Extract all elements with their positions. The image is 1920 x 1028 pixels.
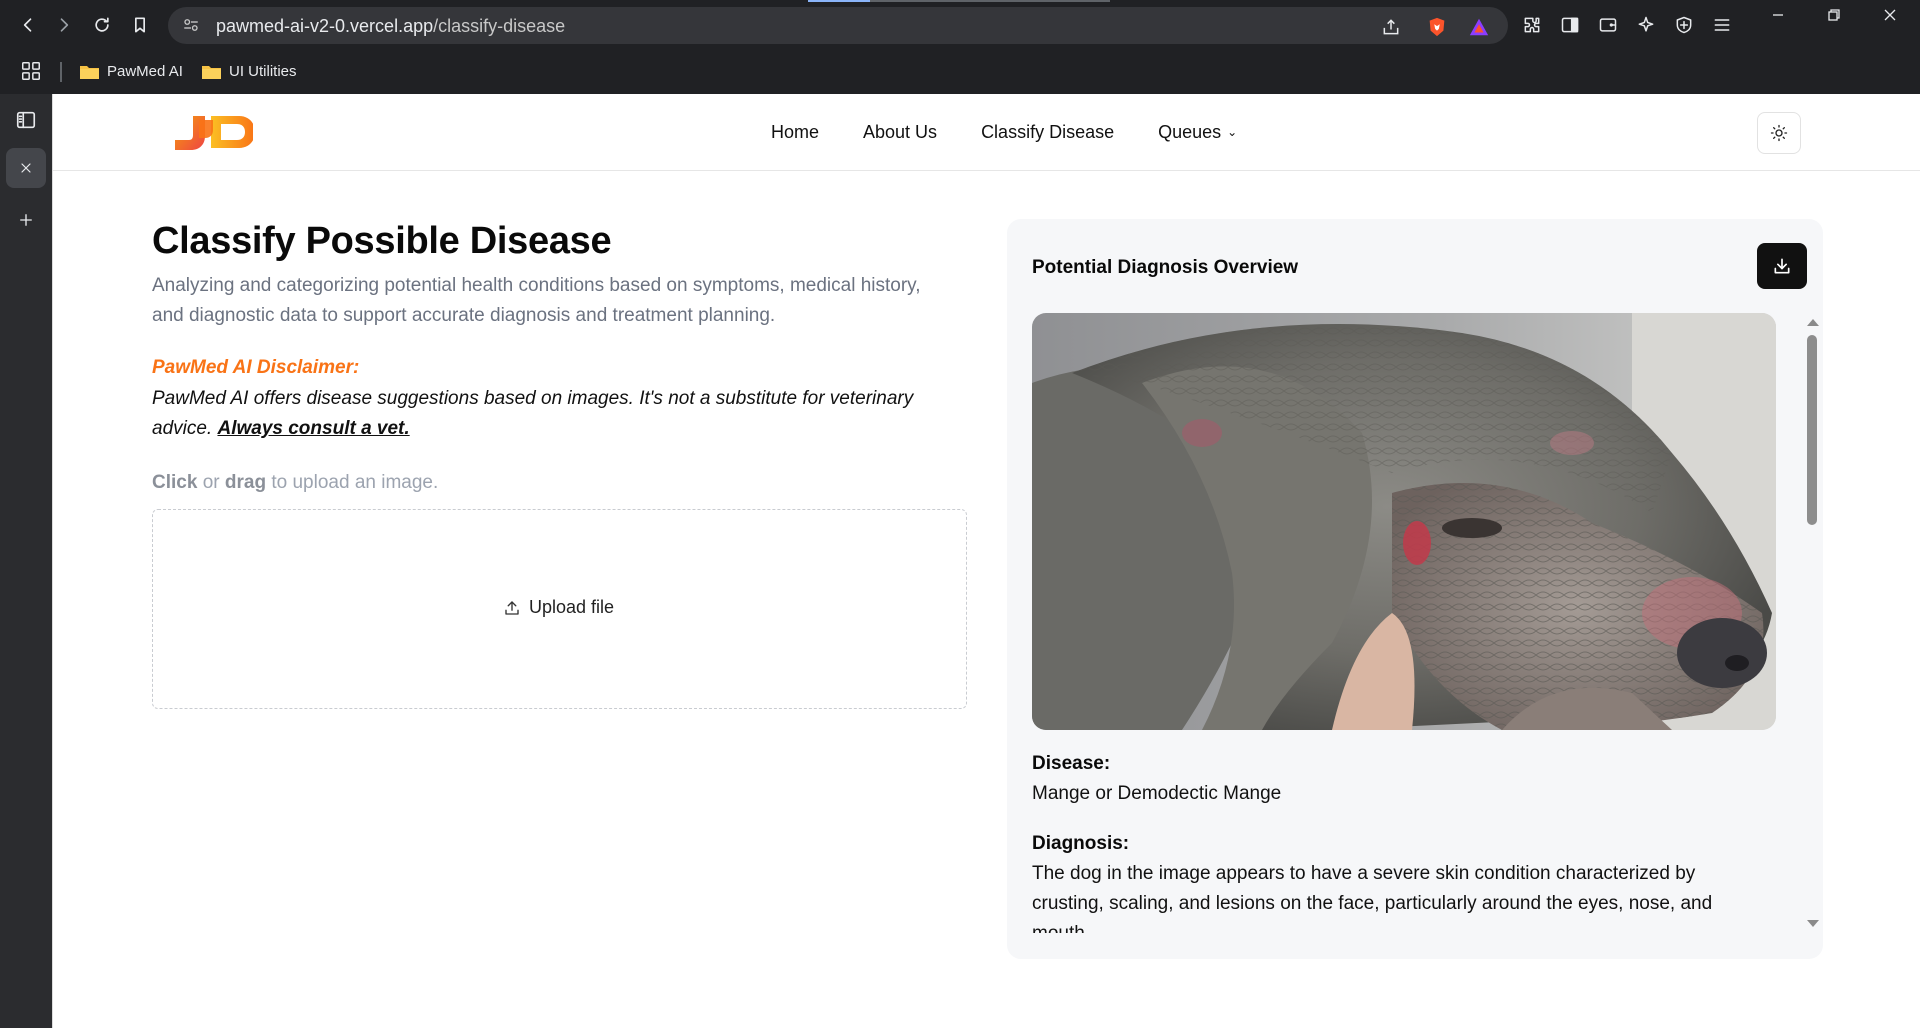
page-subtitle: Analyzing and categorizing potential hea… [152,275,921,326]
extensions-icon[interactable] [1520,13,1544,37]
back-arrow-icon[interactable] [14,11,42,39]
disclaimer-text: PawMed AI offers disease suggestions bas… [152,384,952,444]
browser-side-panel [0,94,52,1028]
uploaded-dog-image [1032,313,1776,730]
consult-vet-link[interactable]: Always consult a vet. [217,418,409,439]
bookmarks-separator [60,62,62,82]
brave-shields-icon[interactable] [1426,16,1448,38]
upload-hint-drag: drag [224,472,267,493]
scroll-up-arrow-icon[interactable] [1807,319,1819,326]
nav-home[interactable]: Home [771,122,819,143]
upload-hint-or: or [202,472,220,493]
upload-icon [505,600,519,615]
url-path: /classify-disease [433,16,566,36]
upload-file-label: Upload file [529,597,615,617]
restore-icon[interactable] [1814,4,1854,26]
disclaimer-title: PawMed AI Disclaimer: [152,357,360,378]
close-window-icon[interactable] [1870,4,1910,26]
download-button[interactable] [1757,243,1807,289]
nav-queues-label: Queues [1158,122,1222,142]
scroll-down-arrow-icon[interactable] [1807,920,1819,927]
url-host: pawmed-ai-v2-0.vercel.app [216,16,434,36]
upload-hint-rest: to upload an image. [271,472,439,493]
site-header: Home About Us Classify Disease Queues ⌄ [53,94,1920,171]
bookmark-label: UI Utilities [229,62,297,80]
disease-label: Disease: [1032,753,1111,774]
card-title: Potential Diagnosis Overview [1032,257,1299,278]
minimize-icon[interactable] [1758,4,1798,26]
main-nav: Home About Us Classify Disease Queues ⌄ [771,122,1237,143]
site-logo[interactable] [173,110,255,154]
overview-scroll-area[interactable]: Disease: Mange or Demodectic Mange Diagn… [1032,313,1822,933]
share-icon[interactable] [1380,16,1402,38]
apps-grid-icon[interactable] [20,60,44,84]
web-page: Home About Us Classify Disease Queues ⌄ C… [52,94,1920,1028]
folder-icon [202,64,221,79]
vpn-shield-icon[interactable] [1672,13,1696,37]
image-dropzone[interactable]: Upload file [152,509,967,709]
address-bar[interactable]: pawmed-ai-v2-0.vercel.app/classify-disea… [168,7,1508,44]
theme-toggle-button[interactable] [1757,112,1801,154]
bookmark-label: PawMed AI [107,62,183,80]
sidebar-panel-icon[interactable] [6,100,46,140]
forward-arrow-icon[interactable] [50,11,78,39]
overview-scrollbar[interactable] [1804,313,1822,933]
close-panel-icon[interactable] [6,148,46,188]
diagnosis-value: The dog in the image appears to have a s… [1032,863,1713,933]
bookmark-icon[interactable] [126,11,154,39]
upload-hint: Click or drag to upload an image. [152,472,438,494]
leo-ai-icon[interactable] [1634,13,1658,37]
bookmarks-bar: PawMed AI UI Utilities [0,50,1920,94]
chevron-down-icon: ⌄ [1227,125,1238,139]
nav-queues[interactable]: Queues ⌄ [1158,122,1237,143]
disease-value: Mange or Demodectic Mange [1032,783,1282,804]
diagnosis-label: Diagnosis: [1032,833,1130,854]
page-title: Classify Possible Disease [152,220,612,262]
url-text[interactable]: pawmed-ai-v2-0.vercel.app/classify-disea… [216,16,565,37]
scrollbar-thumb[interactable] [1807,335,1817,525]
bookmark-folder[interactable]: UI Utilities [202,59,297,83]
download-icon [1774,258,1790,274]
wallet-icon[interactable] [1596,13,1620,37]
browser-chrome: pawmed-ai-v2-0.vercel.app/classify-disea… [0,0,1920,94]
add-panel-icon[interactable] [6,200,46,240]
upload-hint-click: Click [152,472,198,493]
site-settings-icon[interactable] [182,16,202,36]
reload-icon[interactable] [88,11,116,39]
diagnosis-overview-card: Potential Diagnosis Overview Disease: Ma… [1007,219,1823,959]
nav-about-us[interactable]: About Us [863,122,937,143]
nav-classify-disease[interactable]: Classify Disease [981,122,1114,143]
menu-icon[interactable] [1710,13,1734,37]
bookmark-folder[interactable]: PawMed AI [80,59,183,83]
upload-file-button[interactable]: Upload file [503,597,614,618]
sidebar-toggle-icon[interactable] [1558,13,1582,37]
sun-icon [1770,124,1788,142]
address-row: pawmed-ai-v2-0.vercel.app/classify-disea… [0,0,1920,50]
folder-icon [80,64,99,79]
brave-rewards-icon[interactable] [1468,16,1490,38]
